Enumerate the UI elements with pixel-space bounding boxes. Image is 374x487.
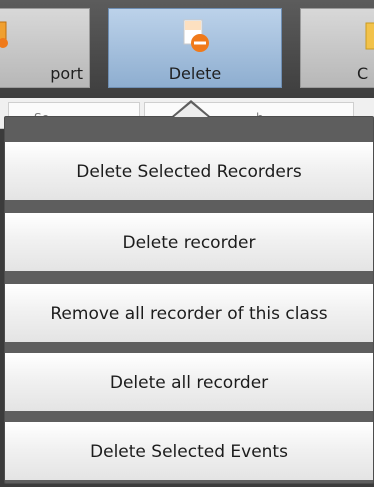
export-icon [0,21,8,48]
document-icon [365,22,374,50]
export-button-label: port [50,64,83,83]
delete-button-label: Delete [168,64,222,83]
menu-item-delete-all-recorder[interactable]: Delete all recorder [5,353,373,411]
menu-item-label: Remove all recorder of this class [50,303,328,324]
ribbon-toolbar: port Delete C [0,0,374,98]
menu-item-delete-recorder[interactable]: Delete recorder [5,213,373,271]
menu-item-label: Delete recorder [122,232,256,253]
delete-document-icon [183,19,209,52]
ribbon-button-partial-label: C [357,64,369,83]
menu-item-label: Delete Selected Events [90,441,288,462]
export-button[interactable]: port [0,8,90,88]
menu-item-remove-all-recorder-of-class[interactable]: Remove all recorder of this class [5,284,373,342]
ribbon-button-partial[interactable]: C [300,8,374,88]
menu-item-label: Delete all recorder [109,372,269,393]
menu-item-delete-selected-events[interactable]: Delete Selected Events [5,422,373,480]
delete-dropdown-menu: Delete Selected Recorders Delete recorde… [4,116,374,484]
menu-pointer-highlight [174,103,208,117]
menu-item-label: Delete Selected Recorders [76,161,302,182]
menu-item-delete-selected-recorders[interactable]: Delete Selected Recorders [5,142,373,200]
delete-button[interactable]: Delete [108,8,282,88]
